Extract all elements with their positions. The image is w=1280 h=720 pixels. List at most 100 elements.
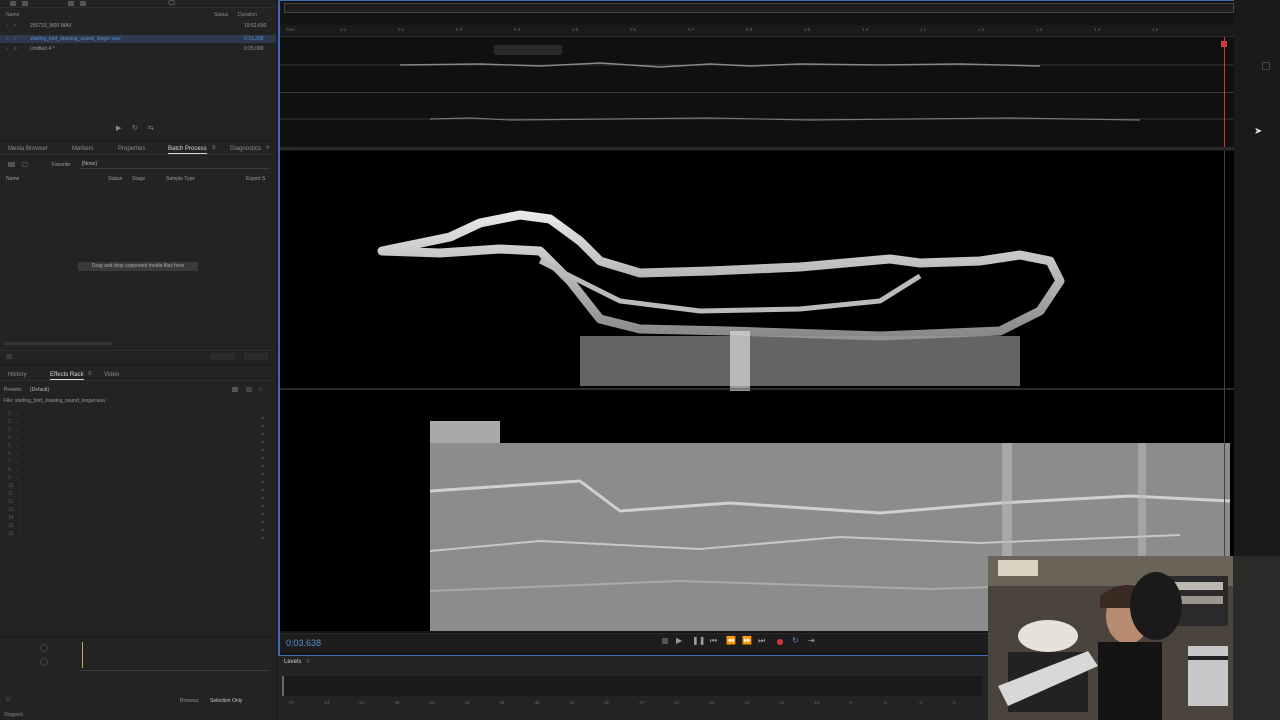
power-icon[interactable]: ○: [18, 522, 21, 530]
expand-icon[interactable]: ›: [6, 22, 8, 30]
stop-icon[interactable]: [662, 638, 668, 644]
effect-slot[interactable]: 16 ○: [8, 530, 21, 538]
expand-icon[interactable]: ›: [6, 35, 8, 43]
levels-title[interactable]: Levels: [284, 659, 301, 665]
effect-slot[interactable]: 12 ○: [8, 498, 21, 506]
effect-slot[interactable]: 6 ○: [8, 450, 19, 458]
power-icon[interactable]: ○: [16, 458, 19, 466]
tab-history[interactable]: History: [8, 370, 27, 380]
skip-selection-icon[interactable]: ⇥: [808, 636, 815, 645]
skip-forward-icon[interactable]: ⏭: [758, 636, 765, 646]
power-icon[interactable]: ○: [18, 530, 21, 538]
save-preset-icon[interactable]: [232, 387, 238, 392]
effect-slot[interactable]: 4 ○: [8, 434, 19, 442]
overflow-icon[interactable]: »: [266, 145, 269, 151]
effect-slot[interactable]: 10 ○: [8, 482, 21, 490]
folder-icon[interactable]: [8, 162, 15, 167]
tab-media-browser[interactable]: Media Browser: [8, 144, 48, 154]
effect-slot[interactable]: 5 ○: [8, 442, 19, 450]
import-icon[interactable]: [68, 1, 74, 6]
play-icon[interactable]: ▶: [676, 636, 682, 645]
power-icon[interactable]: ○: [16, 410, 19, 418]
expand-icon[interactable]: ›: [6, 45, 8, 53]
col-export[interactable]: Export S: [246, 176, 265, 182]
run-button[interactable]: [210, 353, 234, 360]
power-icon[interactable]: ○: [18, 514, 21, 522]
tab-properties[interactable]: Properties: [118, 144, 145, 154]
file-row[interactable]: › ≈ 250723_M00.WAV 19:52.690: [0, 22, 276, 30]
close-file-icon[interactable]: [80, 1, 86, 6]
col-sample-type[interactable]: Sample Type: [166, 176, 195, 182]
effect-slot[interactable]: 2 ○: [8, 418, 19, 426]
power-icon[interactable]: ○: [18, 506, 21, 514]
process-select[interactable]: Selection Only: [210, 698, 242, 704]
new-file-icon[interactable]: [10, 1, 16, 6]
files-header-duration[interactable]: Duration: [238, 12, 257, 18]
panel-menu-icon[interactable]: ≡: [212, 145, 216, 151]
time-ruler[interactable]: hms 0.1 0.2 0.3 0.4 0.5 0.6 0.7 0.8 0.9 …: [280, 25, 1240, 37]
strip-icon[interactable]: [1262, 62, 1270, 70]
presets-select[interactable]: (Default): [30, 387, 224, 393]
autoplay-icon[interactable]: ⇆: [148, 124, 154, 132]
power-icon[interactable]: ○: [16, 426, 19, 434]
files-header-name[interactable]: Name: [6, 12, 19, 18]
tab-video[interactable]: Video: [104, 370, 119, 380]
file-row[interactable]: › ≡ Untitled 4 * 0:25.000: [0, 45, 276, 53]
favorite-star-icon[interactable]: ☆: [258, 386, 263, 393]
effect-slot[interactable]: 8 ○: [8, 466, 19, 474]
power-icon[interactable]: ○: [16, 474, 19, 482]
delete-preset-icon[interactable]: [246, 387, 252, 392]
play-icon[interactable]: ▶: [116, 124, 121, 132]
effect-slot[interactable]: 1 ○: [8, 410, 19, 418]
fast-forward-icon[interactable]: ⏩: [742, 636, 752, 645]
effect-slot[interactable]: 15 ○: [8, 522, 21, 530]
power-icon[interactable]: ○: [16, 442, 19, 450]
batch-scrollbar[interactable]: [4, 342, 112, 345]
col-name[interactable]: Name: [6, 176, 19, 182]
file-row[interactable]: › ≈ starling_bird_drawing_sound_longer.w…: [0, 35, 276, 43]
panel-menu-icon[interactable]: ≡: [88, 371, 92, 377]
power-toggle-icon[interactable]: ⏻: [6, 697, 10, 703]
power-icon[interactable]: ○: [16, 450, 19, 458]
loop-playback-icon[interactable]: ↻: [792, 636, 799, 645]
power-icon[interactable]: ○: [16, 418, 19, 426]
remove-icon[interactable]: [22, 162, 28, 167]
tab-effects-rack[interactable]: Effects Rack: [50, 370, 84, 380]
skip-back-icon[interactable]: ⏮: [710, 636, 717, 646]
batch-footer-icon[interactable]: [6, 354, 12, 359]
col-stage[interactable]: Stage: [132, 176, 145, 182]
effect-slot[interactable]: 9 ○: [8, 474, 19, 482]
tab-batch-process[interactable]: Batch Process: [168, 144, 207, 154]
effect-slot[interactable]: 3 ○: [8, 426, 19, 434]
record-icon[interactable]: [777, 639, 783, 645]
effect-slot[interactable]: 7 ○: [8, 458, 19, 466]
effect-slot[interactable]: 11 ○: [8, 490, 21, 498]
clear-button[interactable]: [244, 353, 268, 360]
pause-icon[interactable]: ❚❚: [692, 636, 705, 645]
waveform-view[interactable]: [280, 37, 1236, 147]
playhead[interactable]: [1224, 37, 1225, 147]
power-icon[interactable]: ○: [16, 466, 19, 474]
rewind-icon[interactable]: ⏪: [726, 636, 736, 645]
tab-markers[interactable]: Markers: [72, 144, 94, 154]
panel-divider[interactable]: [280, 147, 1240, 150]
panel-menu-icon[interactable]: ≡: [306, 659, 310, 665]
effect-slot[interactable]: 13 ○: [8, 506, 21, 514]
time-display[interactable]: 0:03.638: [286, 638, 321, 648]
col-status[interactable]: Status: [108, 176, 122, 182]
zoom-navigator[interactable]: [284, 3, 1234, 13]
input-gain-knob[interactable]: [40, 644, 48, 652]
open-file-icon[interactable]: [22, 1, 28, 6]
search-icon[interactable]: [168, 0, 175, 5]
tab-diagnostics[interactable]: Diagnostics: [230, 144, 261, 154]
files-header-status[interactable]: Status: [214, 12, 228, 18]
power-icon[interactable]: ○: [18, 490, 21, 498]
effect-slot[interactable]: 14 ○: [8, 514, 21, 522]
hud-control[interactable]: [494, 45, 562, 55]
power-icon[interactable]: ○: [18, 482, 21, 490]
output-gain-knob[interactable]: [40, 658, 48, 666]
playhead-marker[interactable]: [1221, 41, 1227, 47]
loop-icon[interactable]: ↻: [132, 124, 138, 132]
favorite-select[interactable]: [None]: [80, 161, 270, 169]
power-icon[interactable]: ○: [18, 498, 21, 506]
